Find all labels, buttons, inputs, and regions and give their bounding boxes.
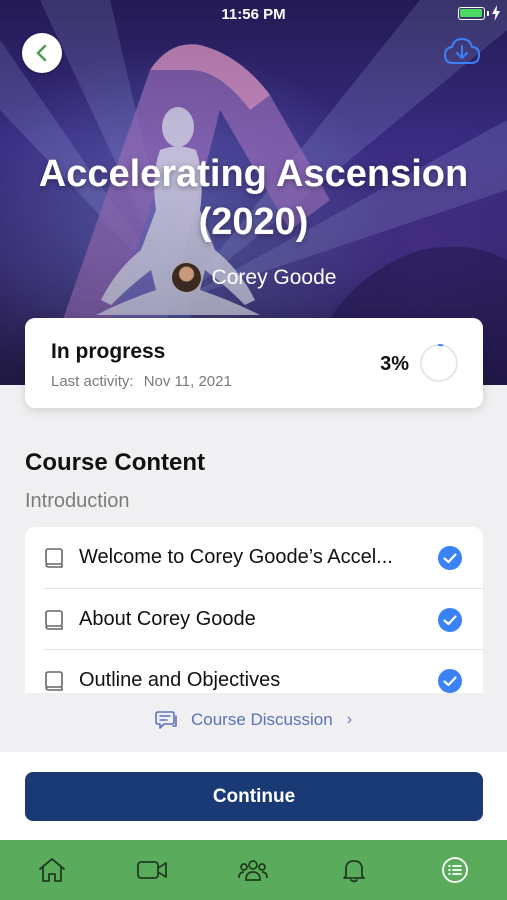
- lesson-title: Welcome to Corey Goode’s Accel...: [79, 546, 393, 568]
- lesson-row[interactable]: About Corey Goode: [25, 589, 483, 650]
- tab-video[interactable]: [135, 854, 169, 886]
- progress-ring-track: [420, 344, 458, 382]
- charging-bolt-icon: [492, 5, 500, 21]
- module-title: Introduction: [25, 490, 130, 512]
- lesson-list: Welcome to Corey Goode’s Accel... About …: [25, 527, 483, 693]
- check-circle-icon: [438, 607, 462, 632]
- battery-level: [460, 9, 482, 17]
- back-button[interactable]: [22, 33, 62, 73]
- battery-cap: [487, 11, 489, 16]
- last-activity: Last activity: Nov 11, 2021: [51, 373, 232, 390]
- lesson-title: Outline and Objectives: [79, 669, 281, 691]
- tab-notifications[interactable]: [337, 854, 371, 886]
- course-title-line1: Accelerating Ascension: [38, 153, 469, 195]
- chevron-left-icon: [36, 44, 47, 62]
- tab-bar: [0, 840, 507, 900]
- continue-button[interactable]: Continue: [25, 772, 483, 821]
- author-name: Corey Goode: [211, 265, 337, 289]
- progress-card: In progress Last activity: Nov 11, 2021 …: [25, 318, 483, 408]
- progress-status: In progress: [51, 340, 166, 363]
- status-time: 11:56 PM: [221, 6, 286, 23]
- video-icon: [137, 861, 167, 879]
- book-icon: [45, 670, 63, 691]
- course-title: Accelerating Ascension (2020): [0, 150, 507, 246]
- progress-percent: 3%: [380, 353, 409, 375]
- book-icon: [45, 609, 63, 630]
- course-title-line2: (2020): [198, 201, 309, 243]
- course-discussion-label: Course Discussion: [190, 710, 333, 729]
- lesson-row[interactable]: Outline and Objectives: [25, 650, 483, 693]
- last-activity-label: Last activity:: [51, 373, 134, 390]
- check-circle-icon: [438, 668, 462, 693]
- book-icon: [45, 547, 63, 568]
- discussion-icon: [155, 711, 177, 729]
- bottom-action-panel: Continue: [0, 752, 507, 840]
- author-row[interactable]: Corey Goode: [0, 262, 507, 293]
- tab-home[interactable]: [35, 854, 69, 886]
- author-avatar: [170, 262, 202, 293]
- menu-list-icon: [442, 857, 468, 883]
- course-discussion-link[interactable]: Course Discussion ›: [0, 709, 507, 731]
- lesson-title: About Corey Goode: [79, 608, 256, 630]
- lesson-row[interactable]: Welcome to Corey Goode’s Accel...: [25, 527, 483, 588]
- progress-ring: [420, 344, 458, 382]
- home-icon: [39, 858, 65, 882]
- check-circle-icon: [438, 545, 462, 570]
- chevron-right-icon: ›: [346, 711, 353, 728]
- battery-icon: [458, 7, 485, 20]
- status-bar: 11:56 PM: [0, 0, 507, 28]
- tab-menu[interactable]: [438, 854, 472, 886]
- community-icon: [238, 860, 268, 881]
- section-title: Course Content: [25, 449, 205, 476]
- tab-community[interactable]: [236, 854, 270, 886]
- last-activity-date: Nov 11, 2021: [143, 373, 232, 390]
- bell-icon: [343, 860, 365, 883]
- cloud-download-icon[interactable]: [443, 36, 481, 68]
